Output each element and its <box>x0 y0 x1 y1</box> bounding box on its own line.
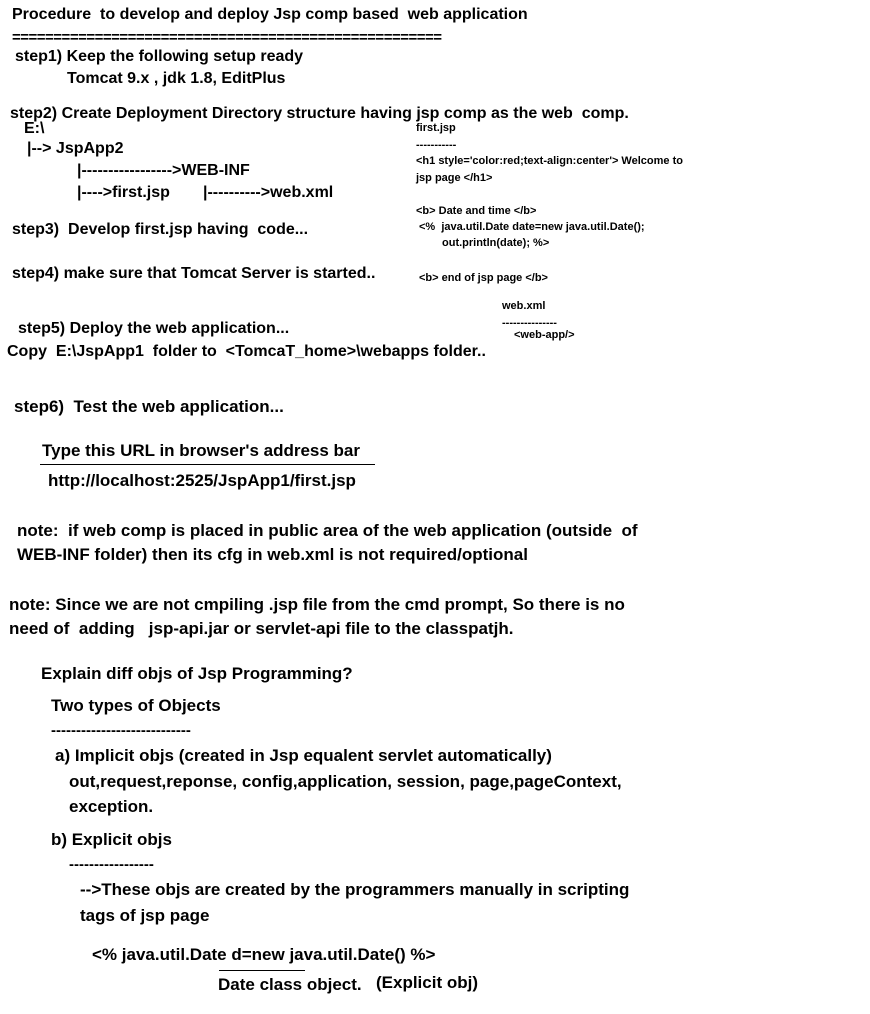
note2-line1: note: Since we are not cmpiling .jsp fil… <box>9 595 625 614</box>
step1-label: step1) Keep the following setup ready <box>15 48 304 65</box>
step2-label: step2) Create Deployment Directory struc… <box>10 105 629 122</box>
page-title: Procedure to develop and deploy Jsp comp… <box>12 6 528 23</box>
explicit-title: b) Explicit objs <box>51 830 172 849</box>
code-end-line: <b> end of jsp page </b> <box>419 272 548 284</box>
url-hint-underline <box>40 464 375 465</box>
date-class-text: Date class <box>218 975 303 994</box>
note1-line2: WEB-INF folder) then its cfg in web.xml … <box>17 545 528 564</box>
code-scriptlet2: out.println(date); %> <box>442 237 550 249</box>
note2-line2: need of adding jsp-api.jar or servlet-ap… <box>9 619 514 638</box>
step6-url-hint: Type this URL in browser's address bar <box>42 441 361 460</box>
code-first-title: first.jsp <box>416 122 456 134</box>
code-scriptlet1: <% java.util.Date date=new java.util.Dat… <box>419 221 645 233</box>
implicit-list-line1: out,request,reponse, config,application,… <box>69 772 622 791</box>
objects-types: Two types of Objects <box>51 696 221 715</box>
title-separator: ========================================… <box>12 29 442 46</box>
code-webapp: <web-app/> <box>514 329 575 341</box>
step6-url: http://localhost:2525/JspApp1/first.jsp <box>48 471 356 490</box>
objects-types-dashes: ---------------------------- <box>51 722 191 739</box>
step5-detail: Copy E:\JspApp1 folder to <TomcaT_home>\… <box>7 343 486 360</box>
object-word: object. <box>302 975 362 994</box>
step1-detail: Tomcat 9.x , jdk 1.8, EditPlus <box>67 70 286 87</box>
explicit-desc-line2: tags of jsp page <box>80 906 210 925</box>
implicit-title: a) Implicit objs (created in Jsp equalen… <box>55 746 552 765</box>
step3-label: step3) Develop first.jsp having code... <box>12 221 309 238</box>
explicit-desc-line1: -->These objs are created by the program… <box>80 880 630 899</box>
code-h1-line2: jsp page </h1> <box>416 172 493 184</box>
code-b-line: <b> Date and time </b> <box>416 205 537 217</box>
objects-question: Explain diff objs of Jsp Programming? <box>41 664 353 683</box>
tree-first-jsp: |---->first.jsp <box>77 184 170 201</box>
explicit-object-caption: Date class object. <box>218 976 362 993</box>
step5-label: step5) Deploy the web application... <box>18 320 290 337</box>
code-webxml-dashes: --------------- <box>502 317 557 329</box>
explicit-obj-note: (Explicit obj) <box>376 973 478 992</box>
step6-label: step6) Test the web application... <box>14 397 284 416</box>
tree-webinf: |----------------->WEB-INF <box>77 162 250 179</box>
implicit-list-line2: exception. <box>69 797 154 816</box>
tree-web-xml: |---------->web.xml <box>203 184 334 201</box>
code-webxml-title: web.xml <box>502 300 546 312</box>
tree-root: E:\ <box>24 120 45 137</box>
explicit-code: <% java.util.Date d=new java.util.Date()… <box>92 945 436 964</box>
code-h1-line1: <h1 style='color:red;text-align:center'>… <box>416 155 683 167</box>
explicit-dashes: ----------------- <box>69 856 154 873</box>
note1-line1: note: if web comp is placed in public ar… <box>17 521 638 540</box>
code-first-dashes: ----------- <box>416 139 457 151</box>
date-class-overline <box>219 970 305 971</box>
tree-app: |--> JspApp2 <box>27 140 124 157</box>
step4-label: step4) make sure that Tomcat Server is s… <box>12 265 376 282</box>
